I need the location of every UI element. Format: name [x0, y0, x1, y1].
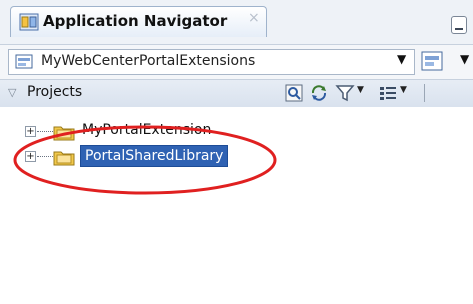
folder-icon	[53, 126, 75, 141]
application-selector-value: MyWebCenterPortalExtensions	[41, 53, 256, 69]
toolbar-divider	[424, 84, 425, 102]
refresh-icon[interactable]	[310, 84, 328, 102]
chevron-down-icon[interactable]: ▼	[397, 52, 406, 66]
search-icon[interactable]	[285, 84, 303, 102]
application-navigator-icon	[19, 13, 39, 31]
application-icon	[15, 54, 33, 69]
expand-icon[interactable]: +	[25, 151, 36, 162]
sort-icon[interactable]	[378, 84, 398, 102]
tree-item-myportalextension[interactable]: + MyPortalExtension	[0, 120, 473, 144]
tab-application-navigator[interactable]: Application Navigator ×	[10, 6, 267, 37]
minimize-icon[interactable]	[451, 16, 467, 34]
tree-item-label: MyPortalExtension	[82, 122, 212, 138]
filter-icon[interactable]	[335, 84, 355, 102]
projects-label: Projects	[27, 84, 83, 100]
project-selector-row: MyWebCenterPortalExtensions ▼ ▼	[0, 44, 473, 79]
chevron-down-icon[interactable]: ▼	[357, 85, 364, 95]
tree-item-portalsharedlibrary[interactable]: + PortalSharedLibrary	[0, 145, 473, 169]
application-navigator-panel: Application Navigator × MyWebCenterPorta…	[0, 0, 473, 304]
panel-title: Application Navigator	[43, 12, 228, 30]
folder-icon	[53, 151, 75, 166]
application-menu-icon[interactable]	[420, 50, 444, 72]
collapse-triangle-icon[interactable]: ▽	[8, 86, 16, 99]
tree-connector	[37, 131, 53, 132]
tree-connector	[37, 156, 53, 157]
expand-icon[interactable]: +	[25, 126, 36, 137]
application-selector[interactable]: MyWebCenterPortalExtensions ▼	[8, 49, 415, 75]
tree-item-label-selected: PortalSharedLibrary	[80, 145, 229, 167]
close-icon[interactable]: ×	[248, 10, 260, 26]
chevron-down-icon[interactable]: ▼	[400, 85, 407, 95]
project-tree: + MyPortalExtension + PortalSharedLibrar…	[0, 107, 473, 304]
projects-header: ▽ Projects ▼ ▼	[0, 79, 473, 108]
tab-strip: Application Navigator ×	[0, 0, 473, 44]
chevron-down-icon[interactable]: ▼	[460, 52, 469, 66]
